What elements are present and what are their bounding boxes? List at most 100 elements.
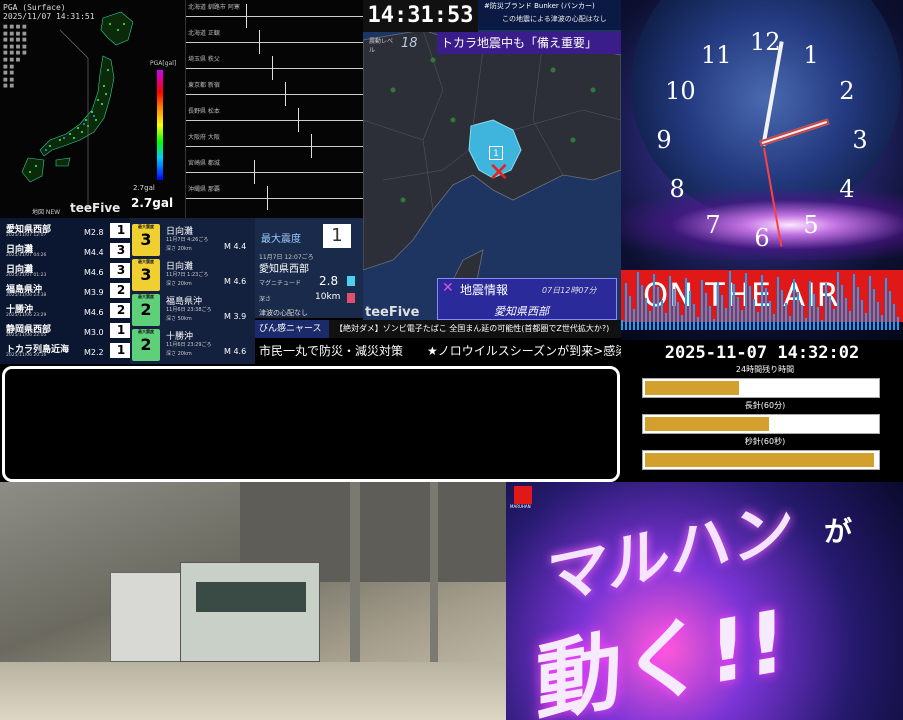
- clock-numeral: 11: [701, 41, 732, 70]
- progress-fill: [645, 381, 739, 395]
- seismogram-spike: [285, 82, 286, 106]
- station-label: 沖縄県 那覇: [188, 186, 220, 193]
- max-intensity-value: 1: [323, 224, 351, 248]
- ticker-line2: 市民一丸で防災・減災対策 ★ノロウイルスシーズンが到来>感染: [259, 344, 621, 358]
- max-intensity-area: 愛知県西部: [259, 264, 309, 275]
- info-x-icon: ✕: [442, 280, 454, 296]
- equalizer-bar: [765, 288, 767, 330]
- equalizer-bar: [737, 297, 739, 330]
- quake-row-intensity: 1: [110, 223, 132, 238]
- promo-brand: MARUHAN: [510, 504, 531, 509]
- equalizer-bar: [893, 304, 895, 330]
- equalizer-bar: [677, 302, 679, 330]
- detail-row[interactable]: 最大震度 3 日向灘 11月7日 4:26ごろ 深さ 20km M 4.4: [130, 224, 255, 258]
- equalizer-bar: [841, 285, 843, 330]
- equalizer-bar: [869, 276, 871, 330]
- promo-brand-logo: [514, 486, 532, 504]
- equalizer-bar: [709, 306, 711, 330]
- quake-row-date: 2025/11/06 23:38: [6, 293, 47, 298]
- clock-numeral: 4: [839, 175, 855, 203]
- map-banner: トカラ地震中も「備え重要」: [437, 32, 621, 54]
- pga-gal-big: 2.7gal: [131, 196, 174, 210]
- quake-row-intensity: 1: [110, 343, 132, 358]
- seismogram-trace: [186, 16, 363, 17]
- equalizer-bar: [689, 291, 691, 330]
- quake-detail-list: 最大震度 3 日向灘 11月7日 4:26ごろ 深さ 20km M 4.4 最大震度 3 日向灘…: [130, 218, 255, 364]
- clock-numeral: 10: [665, 77, 696, 105]
- japan-map: [21, 11, 134, 210]
- equalizer-bar: [749, 286, 751, 330]
- detail-mag: M 3.9: [224, 312, 247, 321]
- seismogram-trace: [186, 42, 363, 43]
- equalizer-bar: [669, 276, 671, 330]
- quake-row-date: 2025/11/06 20:16: [6, 353, 47, 358]
- detail-row[interactable]: 最大震度 2 福島県沖 11月6日 23:38ごろ 深さ 50km M 3.9: [130, 294, 255, 328]
- clock-numeral: 3: [852, 126, 868, 154]
- mag-color-chip: [347, 276, 355, 286]
- equalizer-bar: [661, 300, 663, 330]
- quake-row[interactable]: 十勝沖 2025/11/06 23:29 M4.6 2: [4, 302, 132, 318]
- map-time: 14:31:53: [363, 0, 478, 32]
- progress-fill: [645, 453, 875, 467]
- level-label: 震動レベル: [369, 38, 394, 54]
- progress-bar: [642, 414, 880, 434]
- quake-row-mag: M4.6: [84, 268, 104, 277]
- map-logo: teeFive: [365, 305, 420, 320]
- detail-row[interactable]: 最大震度 3 日向灘 11月7日 1:23ごろ 深さ 20km M 4.6: [130, 259, 255, 293]
- quake-row-intensity: 3: [110, 243, 132, 258]
- equalizer-bar: [733, 284, 735, 330]
- clock-timestamp: 2025-11-07 14:32:02: [621, 340, 903, 366]
- equalizer-bar: [821, 320, 823, 330]
- bunker-sponsor: #防災ブランド Bunker (バンカー) この地震による津波の心配はなし: [478, 0, 621, 30]
- quake-row-date: 2025/11/06 23:29: [6, 313, 47, 318]
- max-intensity-panel: 最大震度 1 11月7日 12:07ごろ 愛知県西部 マグニチュード 2.8 深…: [255, 218, 363, 318]
- quake-row-mag: M2.2: [84, 348, 104, 357]
- equalizer-bar: [713, 319, 715, 330]
- equalizer-bar: [845, 298, 847, 330]
- equalizer-bar: [721, 295, 723, 330]
- equalizer-bar: [813, 294, 815, 330]
- station-label: 埼玉県 秩父: [188, 56, 220, 63]
- quake-row[interactable]: 愛知県西部 2025/11/07 12:07 M2.8 1: [4, 222, 132, 238]
- progress-label: 24時間残り時間: [735, 365, 795, 374]
- equalizer-bar: [717, 282, 719, 330]
- detail-intensity-box: 最大震度 3: [132, 259, 160, 291]
- seismogram-trace: [186, 146, 363, 147]
- station-label: 長野県 松本: [188, 108, 220, 115]
- equalizer-bar: [801, 305, 803, 330]
- station-label: 北海道 釧路市 阿寒: [188, 4, 240, 11]
- quake-row[interactable]: 日向灘 2025/11/07 01:23 M4.6 3: [4, 262, 132, 278]
- pga-logo: teeFive: [70, 201, 121, 215]
- quake-row[interactable]: トカラ列島近海 2025/11/06 20:16 M2.2 1: [4, 342, 132, 358]
- equalizer-bar: [885, 278, 887, 330]
- clock-numeral: 9: [656, 126, 672, 154]
- news-ticker-top: びん感ニャース 【絶対ダメ】ゾンビ電子たばこ 全国まん延の可能性(首都圏でZ世代…: [255, 320, 621, 338]
- seismogram-spike: [272, 56, 273, 80]
- seismogram-spike: [311, 134, 312, 158]
- equalizer-bar: [693, 304, 695, 330]
- detail-time: 11月6日 23:38ごろ: [166, 307, 212, 313]
- detail-mag: M 4.6: [224, 347, 247, 356]
- detail-row[interactable]: 最大震度 2 十勝沖 11月6日 23:29ごろ 深さ 20km M 4.6: [130, 329, 255, 363]
- clock-numeral: 6: [754, 224, 770, 252]
- equalizer-bar: [681, 315, 683, 330]
- equalizer-bar: [825, 283, 827, 330]
- progress-bar: [642, 378, 880, 398]
- seismogram-trace: [186, 198, 363, 199]
- quake-row[interactable]: 静岡県西部 2025/11/06 22:05 M3.0 1: [4, 322, 132, 338]
- progress-label: 長針(60分): [744, 401, 786, 410]
- equalizer-bar: [769, 301, 771, 330]
- detail-intensity-value: 2: [140, 300, 152, 319]
- clock-numeral: 2: [839, 77, 855, 105]
- info-area: 愛知県西部: [494, 305, 549, 318]
- detail-intensity-value: 3: [140, 265, 152, 284]
- quake-row[interactable]: 福島県沖 2025/11/06 23:38 M3.9 2: [4, 282, 132, 298]
- quake-history-list: 愛知県西部 2025/11/07 12:07 M2.8 1 日向灘 2025/11/07 …: [0, 218, 135, 364]
- bus-body: [180, 562, 320, 662]
- quake-info-box: ✕ 地震情報 07日12時07分 愛知県西部: [437, 278, 617, 320]
- ticker-line1: 【絶対ダメ】ゾンビ電子たばこ 全国まん延の可能性(首都圏でZ世代拡大か?): [335, 324, 610, 333]
- equalizer-bar: [753, 299, 755, 330]
- station-label: 北海道 正観: [188, 30, 220, 37]
- quake-row[interactable]: 日向灘 2025/11/07 04:26 M4.4 3: [4, 242, 132, 258]
- max-intensity-depth-label: 深さ: [259, 296, 272, 303]
